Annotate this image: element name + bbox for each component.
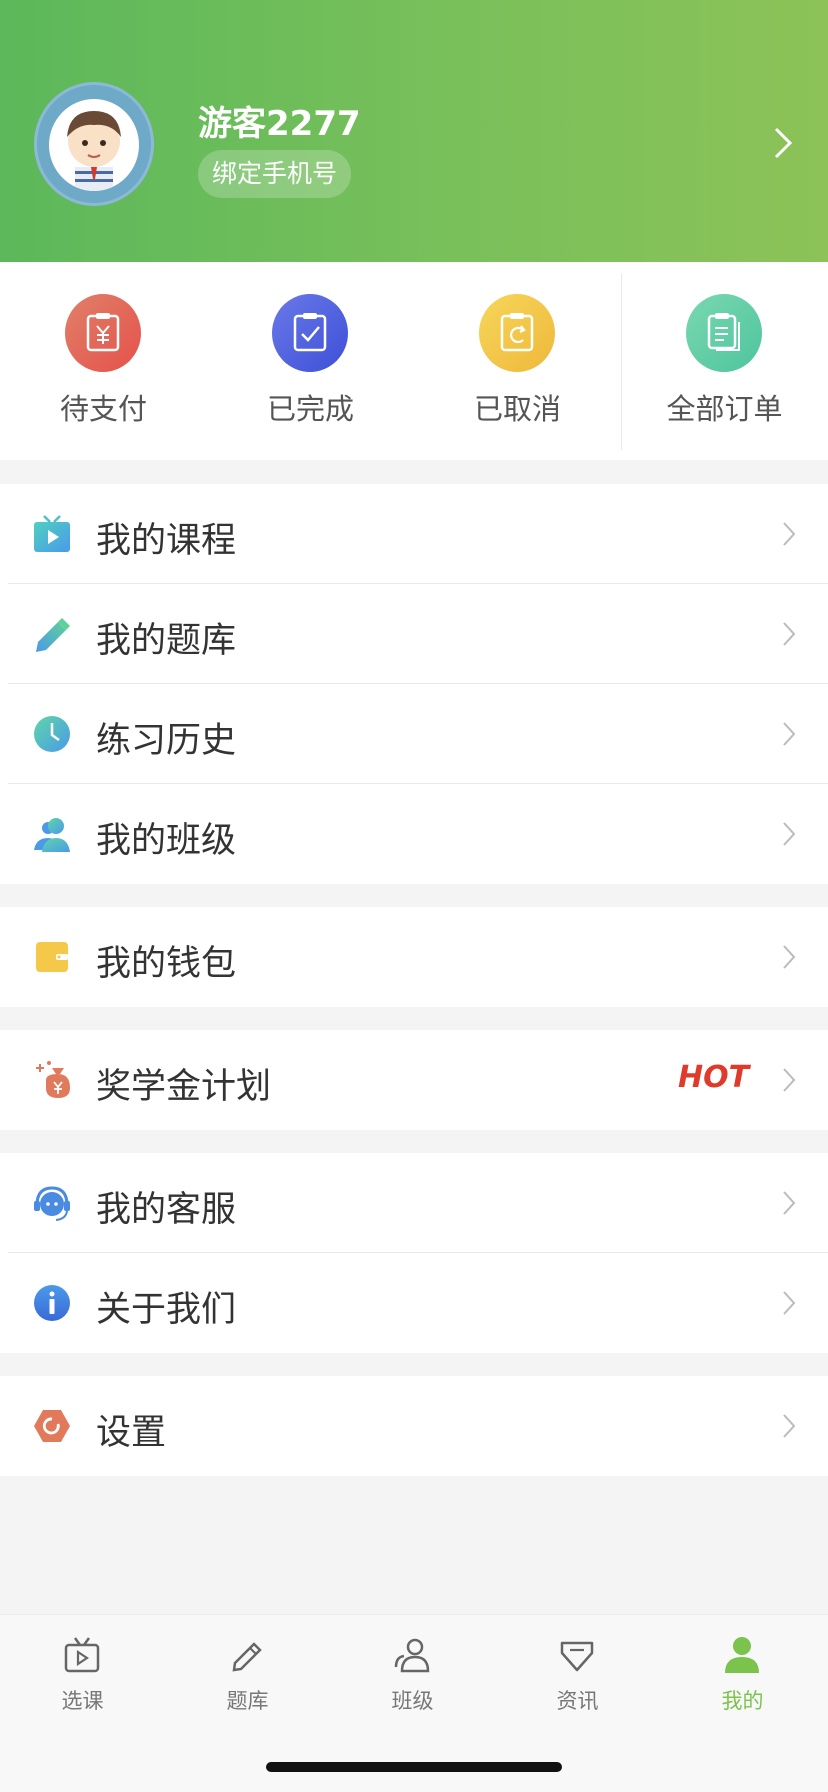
- support-menu-group: 我的客服 关于我们: [0, 1153, 828, 1353]
- tab-mine[interactable]: 我的: [660, 1615, 825, 1735]
- menu-item-scholarship[interactable]: 奖学金计划 HOT: [0, 1030, 828, 1130]
- order-label: 已取消: [473, 392, 561, 426]
- wallet-menu-group: 我的钱包: [0, 907, 828, 1007]
- diamond-icon: [560, 1641, 594, 1672]
- tab-class[interactable]: 班级: [330, 1615, 495, 1735]
- order-label: 待支付: [59, 392, 147, 426]
- headset-icon: [34, 1186, 70, 1221]
- menu-label: 我的题库: [96, 621, 237, 661]
- chevron-right-icon: [783, 1068, 796, 1092]
- menu-label: 我的钱包: [96, 944, 237, 984]
- username: 游客2277: [198, 104, 361, 144]
- order-all[interactable]: 全部订单: [621, 262, 828, 460]
- chevron-right-icon: [783, 1414, 796, 1438]
- wallet-icon: [36, 942, 68, 972]
- tab-label: 资讯: [556, 1689, 599, 1713]
- clock-icon: [34, 716, 70, 752]
- chevron-right-icon: [783, 1291, 796, 1315]
- chevron-right-icon[interactable]: [772, 126, 796, 160]
- order-pending-payment[interactable]: 待支付: [0, 262, 207, 460]
- order-completed[interactable]: 已完成: [207, 262, 414, 460]
- menu-item-settings[interactable]: 设置: [0, 1376, 828, 1476]
- video-course-icon: [64, 1637, 100, 1673]
- people-icon: [394, 1638, 430, 1673]
- menu-label: 设置: [96, 1413, 167, 1453]
- pending-payment-icon: [65, 294, 141, 372]
- tab-news[interactable]: 资讯: [495, 1615, 660, 1735]
- order-cancelled[interactable]: 已取消: [414, 262, 621, 460]
- bind-phone-button[interactable]: 绑定手机号: [198, 150, 352, 198]
- order-label: 全部订单: [666, 392, 783, 426]
- people-icon: [34, 818, 70, 852]
- menu-item-customer-service[interactable]: 我的客服: [0, 1153, 828, 1253]
- chevron-right-icon: [783, 822, 796, 846]
- menu-item-my-courses[interactable]: 我的课程: [0, 484, 828, 584]
- learning-menu-group: 我的课程 我的题库 练习历史 我的班级: [0, 484, 828, 884]
- home-indicator[interactable]: [266, 1762, 562, 1772]
- menu-item-about-us[interactable]: 关于我们: [0, 1253, 828, 1353]
- tab-label: 我的: [721, 1689, 764, 1713]
- order-shortcuts: 待支付 已完成 已取消 全部订单: [0, 262, 828, 460]
- pencil-icon: [36, 618, 70, 652]
- menu-label: 我的课程: [96, 521, 237, 561]
- scholarship-menu-group: 奖学金计划 HOT: [0, 1030, 828, 1130]
- avatar[interactable]: [34, 82, 154, 206]
- menu-label: 我的班级: [96, 821, 237, 861]
- menu-label: 我的客服: [96, 1190, 237, 1230]
- money-bag-icon: [36, 1061, 70, 1098]
- menu-label: 关于我们: [96, 1290, 237, 1330]
- chevron-right-icon: [783, 722, 796, 746]
- tab-label: 选课: [61, 1689, 104, 1713]
- menu-label: 奖学金计划: [96, 1067, 272, 1107]
- tab-label: 班级: [391, 1689, 434, 1713]
- all-orders-icon: [686, 294, 762, 372]
- pencil-icon: [232, 1642, 262, 1672]
- hot-badge: HOT: [678, 1060, 750, 1095]
- menu-item-question-bank[interactable]: 我的题库: [0, 584, 828, 684]
- menu-label: 练习历史: [96, 721, 237, 761]
- tab-courses[interactable]: 选课: [0, 1615, 165, 1735]
- settings-icon: [34, 1410, 70, 1442]
- info-icon: [34, 1285, 70, 1321]
- menu-item-wallet[interactable]: 我的钱包: [0, 907, 828, 1007]
- order-label: 已完成: [266, 392, 354, 426]
- tab-label: 题库: [226, 1689, 269, 1713]
- tab-question-bank[interactable]: 题库: [165, 1615, 330, 1735]
- cancelled-icon: [479, 294, 555, 372]
- chevron-right-icon: [783, 622, 796, 646]
- menu-item-practice-history[interactable]: 练习历史: [0, 684, 828, 784]
- tv-play-icon: [34, 515, 70, 552]
- profile-header[interactable]: 游客2277 绑定手机号: [0, 0, 828, 262]
- completed-icon: [272, 294, 348, 372]
- settings-menu-group: 设置: [0, 1376, 828, 1476]
- chevron-right-icon: [783, 945, 796, 969]
- person-icon: [725, 1637, 759, 1673]
- chevron-right-icon: [783, 522, 796, 546]
- chevron-right-icon: [783, 1191, 796, 1215]
- menu-item-my-class[interactable]: 我的班级: [0, 784, 828, 884]
